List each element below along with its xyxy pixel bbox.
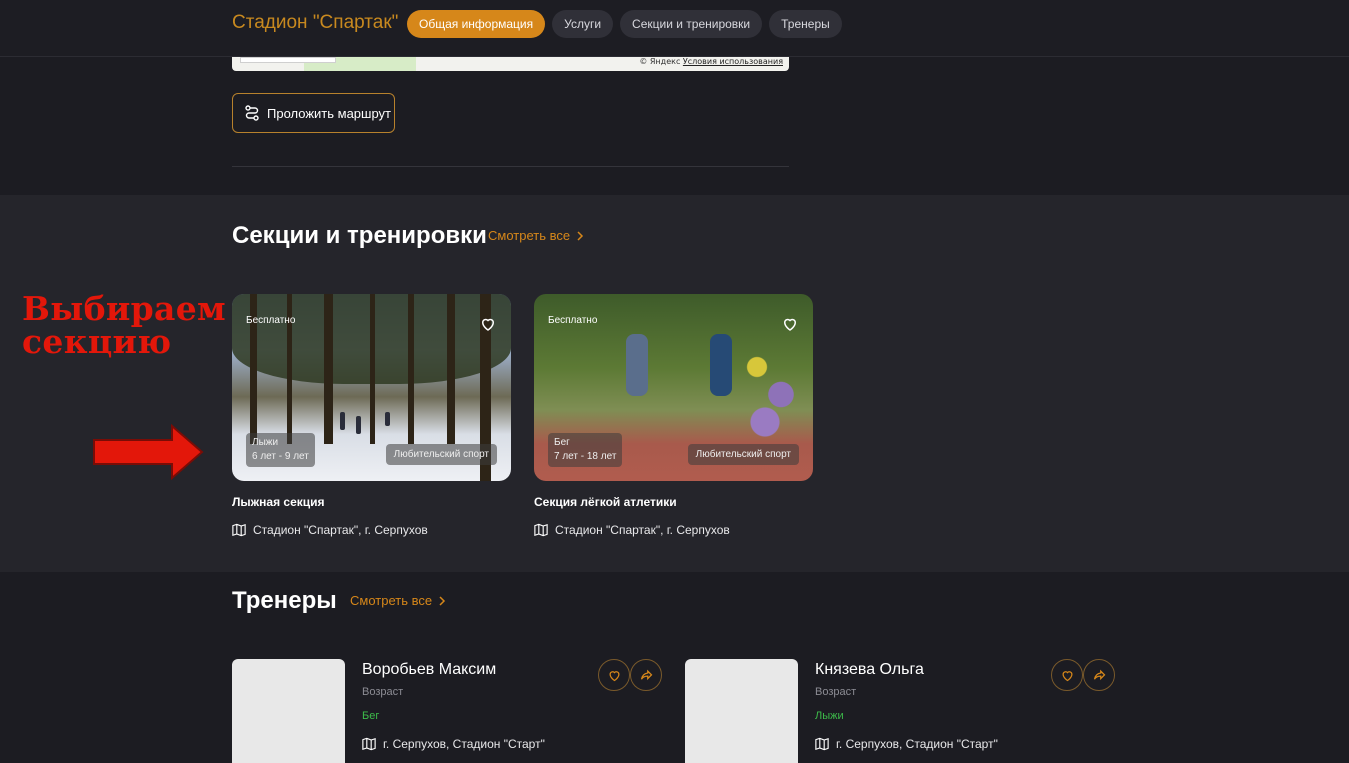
photo-tree	[408, 294, 414, 444]
favorite-button[interactable]	[598, 659, 630, 691]
section-photo-skiing[interactable]: Бесплатно Лыжи 6 лет - 9 лет Любительски…	[232, 294, 511, 481]
favorite-button[interactable]	[1051, 659, 1083, 691]
section-name[interactable]: Секция лёгкой атлетики	[534, 495, 813, 509]
sport-age-badge: Бег 7 лет - 18 лет	[548, 433, 623, 467]
trainer-name[interactable]: Князева Ольга	[815, 661, 924, 679]
share-icon	[640, 669, 652, 680]
map-icon	[815, 737, 829, 751]
trainer-age-label: Возраст	[815, 686, 857, 698]
trainer-sport: Бег	[362, 710, 380, 722]
annotation-text: Выбираем секцию	[22, 292, 226, 358]
route-icon	[245, 105, 259, 121]
photo-runner	[626, 334, 648, 396]
share-button[interactable]	[1083, 659, 1115, 691]
annotation-line-2: секцию	[22, 322, 172, 361]
sections-title: Секции и тренировки	[232, 222, 487, 249]
tab-general-info[interactable]: Общая информация	[407, 10, 546, 38]
chevron-right-icon	[577, 230, 584, 241]
heart-icon[interactable]	[781, 315, 799, 333]
photo-tree	[324, 294, 333, 444]
trainer-name[interactable]: Воробьев Максим	[362, 661, 496, 679]
share-icon	[1093, 669, 1105, 680]
site-title[interactable]: Стадион "Спартак"	[232, 12, 398, 34]
site-header: Стадион "Спартак" Общая информация Услуг…	[0, 0, 1349, 57]
share-button[interactable]	[630, 659, 662, 691]
age-range: 7 лет - 18 лет	[554, 451, 617, 462]
route-button[interactable]: Проложить маршрут	[232, 93, 395, 133]
photo-runner	[710, 334, 732, 396]
photo-skier	[356, 416, 361, 434]
section-name[interactable]: Лыжная секция	[232, 495, 511, 509]
map-icon	[534, 523, 548, 537]
map-icon	[362, 737, 376, 751]
annotation-line-1: Выбираем	[22, 289, 226, 328]
sport-age-badge: Лыжи 6 лет - 9 лет	[246, 433, 315, 467]
map-attribution-brand: © Яндекс	[639, 57, 681, 66]
section-card[interactable]: Бесплатно Бег 7 лет - 18 лет Любительски…	[534, 294, 813, 537]
trainers-see-all-link[interactable]: Смотреть все	[350, 593, 446, 608]
map-terms-link[interactable]: Условия использования	[683, 57, 783, 66]
photo-skier	[385, 412, 390, 426]
see-all-label: Смотреть все	[488, 228, 571, 243]
section-photo-running[interactable]: Бесплатно Бег 7 лет - 18 лет Любительски…	[534, 294, 813, 481]
price-badge: Бесплатно	[246, 315, 296, 326]
level-badge: Любительский спорт	[687, 444, 799, 465]
photo-flowers	[733, 334, 813, 444]
red-arrow-icon	[93, 424, 204, 480]
trainer-photo[interactable]	[685, 659, 798, 763]
level-badge: Любительский спорт	[385, 444, 497, 465]
trainer-photo[interactable]	[232, 659, 345, 763]
map-road	[240, 57, 336, 63]
sport-label: Лыжи	[252, 437, 279, 448]
photo-tree	[370, 294, 375, 444]
age-range: 6 лет - 9 лет	[252, 451, 309, 462]
section-card[interactable]: Бесплатно Лыжи 6 лет - 9 лет Любительски…	[232, 294, 511, 537]
tab-sections[interactable]: Секции и тренировки	[620, 10, 763, 38]
heart-icon	[608, 670, 620, 681]
heart-icon	[1061, 670, 1073, 681]
section-location-text: Стадион "Спартак", г. Серпухов	[253, 523, 428, 537]
photo-tree	[447, 294, 455, 444]
see-all-label: Смотреть все	[350, 593, 433, 608]
chevron-right-icon	[439, 595, 446, 606]
nav-tabs: Общая информация Услуги Секции и трениро…	[407, 10, 842, 38]
route-button-label: Проложить маршрут	[267, 105, 391, 121]
heart-icon[interactable]	[479, 315, 497, 333]
trainers-title: Тренеры	[232, 587, 337, 614]
section-location-text: Стадион "Спартак", г. Серпухов	[555, 523, 730, 537]
sections-see-all-link[interactable]: Смотреть все	[488, 228, 584, 243]
trainer-location-text: г. Серпухов, Стадион "Старт"	[836, 737, 998, 751]
trainer-age-label: Возраст	[362, 686, 404, 698]
trainer-location-text: г. Серпухов, Стадион "Старт"	[383, 737, 545, 751]
trainer-location: г. Серпухов, Стадион "Старт"	[362, 737, 545, 751]
section-location: Стадион "Спартак", г. Серпухов	[534, 523, 813, 537]
map-widget[interactable]: © Яндекс Условия использования	[232, 57, 789, 71]
price-badge: Бесплатно	[548, 315, 598, 326]
trainer-location: г. Серпухов, Стадион "Старт"	[815, 737, 998, 751]
tab-trainers[interactable]: Тренеры	[769, 10, 842, 38]
trainer-sport: Лыжи	[815, 710, 844, 722]
map-attribution: © Яндекс Условия использования	[639, 57, 783, 66]
tab-services[interactable]: Услуги	[552, 10, 614, 38]
photo-skier	[340, 412, 345, 430]
section-location: Стадион "Спартак", г. Серпухов	[232, 523, 511, 537]
map-icon	[232, 523, 246, 537]
divider	[232, 166, 789, 167]
sport-label: Бег	[554, 437, 570, 448]
